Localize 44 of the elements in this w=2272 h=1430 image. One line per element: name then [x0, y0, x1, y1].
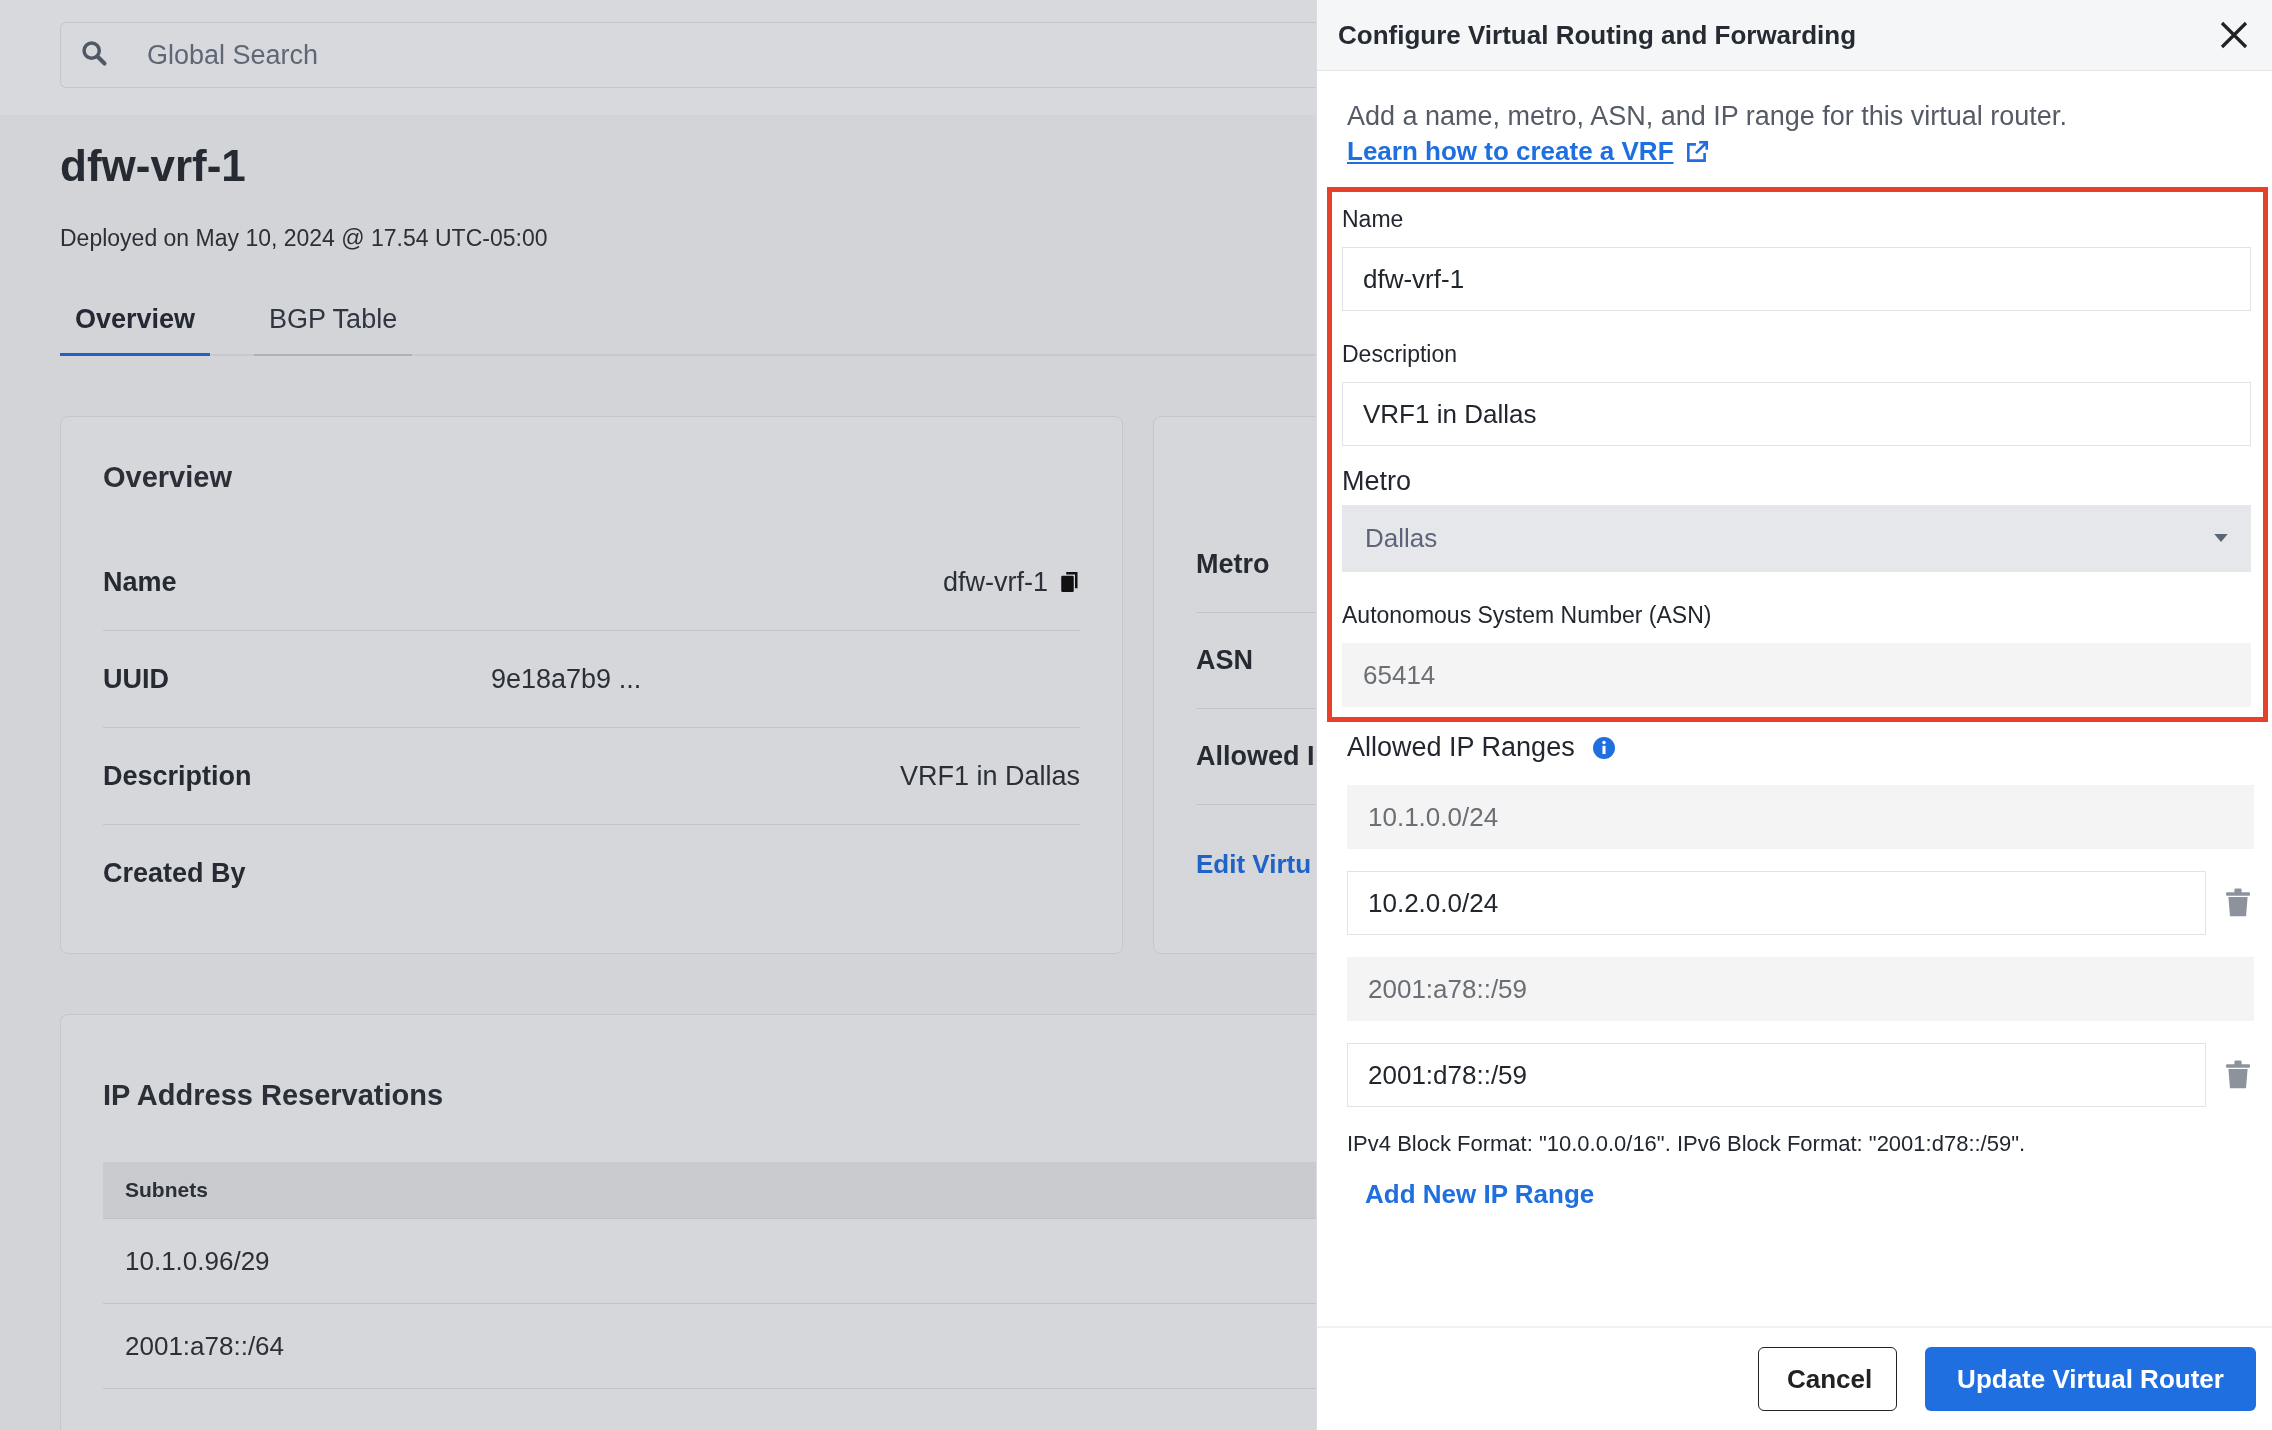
column-header: Subnets [125, 1178, 208, 1202]
card-title: IP Address Reservations [103, 1079, 445, 1112]
edit-link[interactable]: Edit Virtu [1196, 849, 1316, 880]
copy-icon[interactable] [1060, 570, 1080, 594]
field-value: VRF1 in Dallas [899, 760, 1080, 792]
update-button[interactable]: Update Virtual Router [1925, 1347, 2256, 1411]
field-label: Metro [1342, 466, 1413, 497]
field-label: Description [1342, 341, 1459, 368]
field-label: Description [103, 760, 252, 792]
field-label: ASN [1196, 645, 1253, 676]
format-hint: IPv4 Block Format: "10.0.0.0/16". IPv6 Block Format: "2001:d78::/59". [1346, 1131, 2027, 1157]
field-label: UUID [103, 663, 169, 695]
table-cell: 10.1.0.96/29 [125, 1245, 270, 1277]
field-label: Name [1342, 206, 1405, 233]
input-field[interactable]: dfw-vrf-1 [1342, 247, 2251, 311]
table-cell: 2001:a78::/64 [125, 1330, 285, 1362]
tab[interactable]: BGP Table [254, 304, 413, 356]
page-title: dfw-vrf-1 [60, 141, 247, 191]
help-link[interactable]: Learn how to create a VRF [1347, 136, 1674, 167]
close-icon[interactable] [2218, 19, 2250, 51]
field-label: Metro [1196, 549, 1270, 580]
search-icon [80, 39, 108, 67]
input-field[interactable]: VRF1 in Dallas [1342, 382, 2251, 446]
trash-icon[interactable] [2226, 1060, 2250, 1090]
caret-icon [2214, 534, 2228, 543]
field-label: Allowed IP Ranges [1347, 732, 1575, 763]
field-label: Name [103, 566, 177, 598]
field-label: Autonomous System Number (ASN) [1342, 602, 1713, 629]
field-value: dfw-vrf-1 [943, 566, 1048, 598]
search-field[interactable]: Global Search [60, 22, 1316, 88]
intro-text: Add a name, metro, ASN, and IP range for this virtual router. [1346, 101, 2068, 132]
drawer-title: Configure Virtual Routing and Forwarding [1338, 19, 1857, 51]
trash-icon[interactable] [2226, 888, 2250, 918]
tab[interactable]: Overview [60, 304, 211, 356]
input-field[interactable]: 2001:d78::/59 [1347, 1043, 2206, 1107]
card-title: Overview [103, 461, 233, 494]
field-label: Created By [103, 857, 246, 889]
add-range-link[interactable]: Add New IP Range [1365, 1179, 1595, 1210]
input-field[interactable]: 10.2.0.0/24 [1347, 871, 2206, 935]
field-label: Allowed I [1196, 741, 1315, 772]
cancel-button[interactable]: Cancel [1758, 1347, 1897, 1411]
info-icon[interactable] [1592, 736, 1615, 759]
deployment-date: Deployed on May 10, 2024 @ 17.54 UTC-05:00 [60, 225, 549, 252]
field-value: 9e18a7b9 ... [491, 663, 642, 695]
